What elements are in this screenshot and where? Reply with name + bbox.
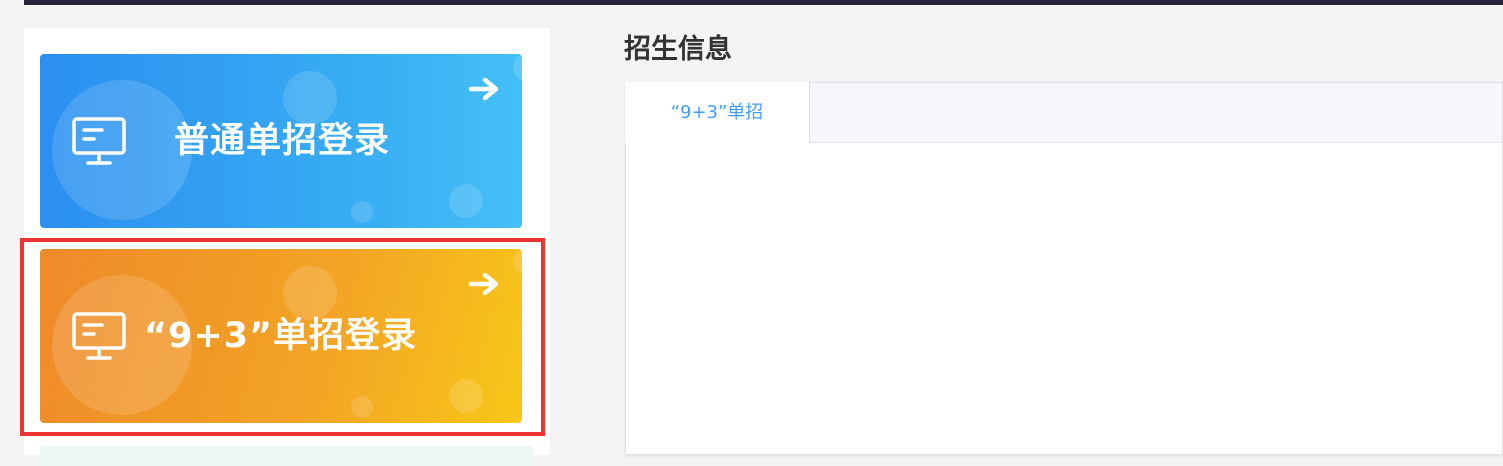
decor-bubble <box>351 201 373 223</box>
next-login-card-partial[interactable] <box>40 446 534 466</box>
section-title: 招生信息 <box>624 34 732 65</box>
tab-nine-plus-three[interactable]: “9+3”单招 <box>625 82 810 143</box>
top-bar <box>24 0 1503 5</box>
enrollment-info-tabs: “9+3”单招 <box>625 82 1503 455</box>
monitor-icon <box>72 312 126 360</box>
arrow-right-icon <box>468 77 499 101</box>
login-panel: 普通单招登录 “9+3”单招登录 <box>24 28 550 466</box>
decor-bubble <box>449 184 483 218</box>
decor-bubble <box>513 54 522 80</box>
monitor-icon <box>72 117 126 165</box>
decor-bubble <box>351 396 373 418</box>
decor-bubble <box>283 71 337 125</box>
arrow-right-icon <box>468 272 499 296</box>
decor-bubble <box>449 379 483 413</box>
tab-header: “9+3”单招 <box>625 82 1502 143</box>
normal-login-card[interactable]: 普通单招登录 <box>40 54 522 228</box>
normal-login-label: 普通单招登录 <box>174 121 391 161</box>
nine-plus-three-login-label: “9+3”单招登录 <box>144 316 418 356</box>
decor-bubble <box>513 249 522 275</box>
nine-plus-three-login-card[interactable]: “9+3”单招登录 <box>40 249 522 423</box>
decor-bubble <box>283 266 337 320</box>
